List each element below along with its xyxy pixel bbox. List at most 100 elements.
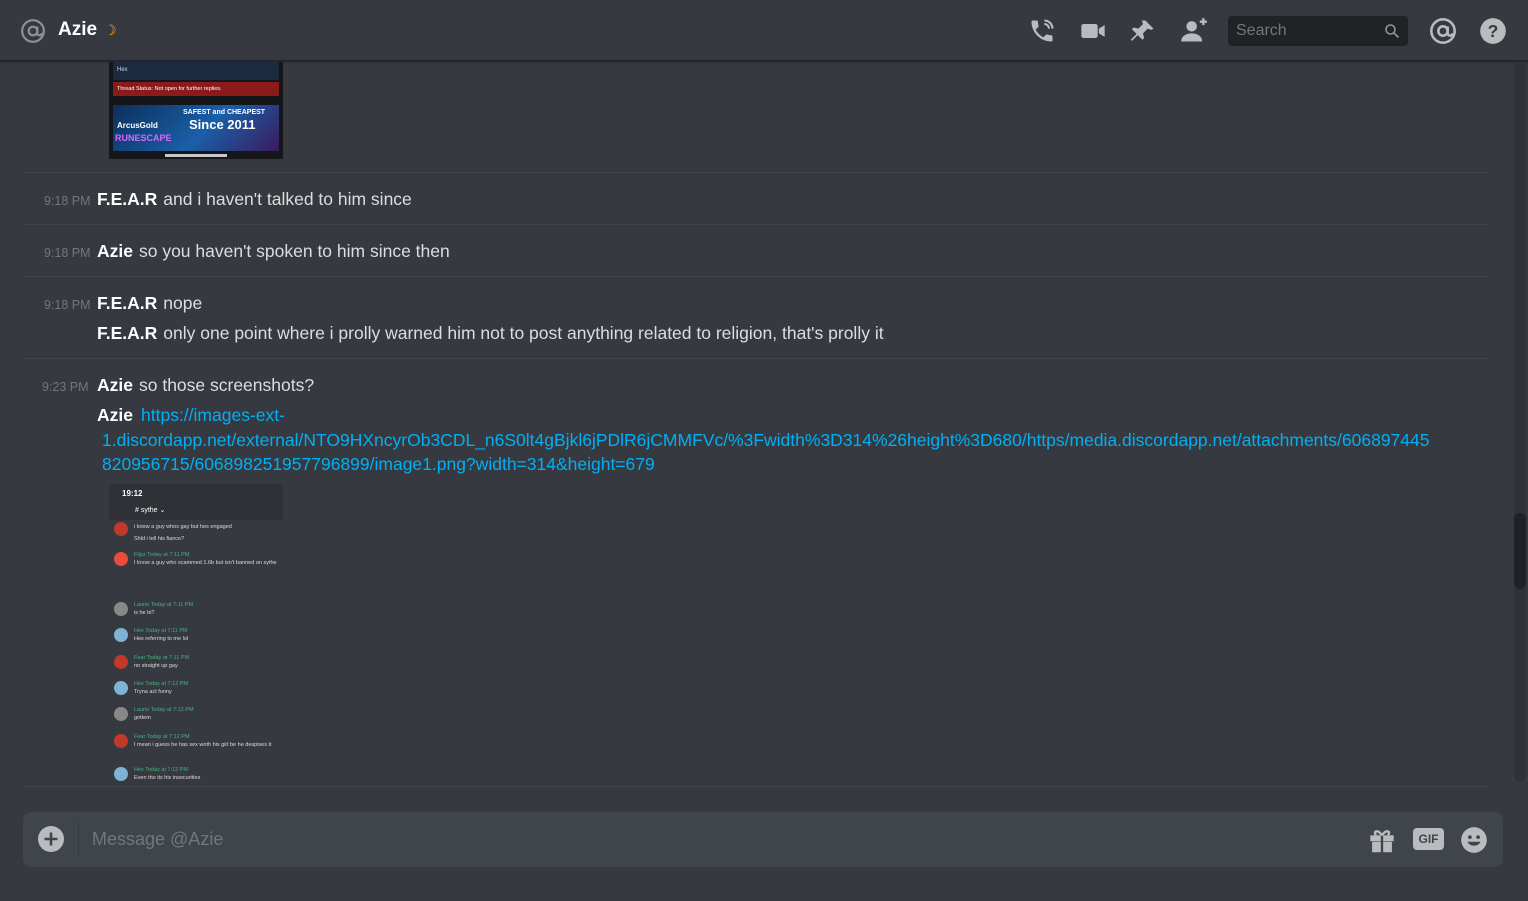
chat-name: Hex Today at 7:11 PM xyxy=(134,628,188,634)
avatar xyxy=(114,681,128,695)
message-divider xyxy=(24,172,1488,173)
avatar xyxy=(114,767,128,781)
message-author[interactable]: F.E.A.R xyxy=(97,189,157,209)
composer-divider xyxy=(24,786,1488,787)
chat-name: Hex Today at 7:12 PM xyxy=(134,681,189,687)
banner-line1: SAFEST and CHEAPEST xyxy=(183,109,266,116)
message-link-cont[interactable]: 1.discordapp.net/external/NTO9HXncyrOb3C… xyxy=(102,430,1430,451)
chat-row: i know a guy whos gay but hes engaged Sh… xyxy=(112,522,282,546)
chat-name: Laurie Today at 7:11 PM xyxy=(134,602,194,608)
message-timestamp: 9:18 PM xyxy=(44,194,91,208)
pin-icon[interactable] xyxy=(1129,17,1157,45)
message-text: only one point where i prolly warned him… xyxy=(163,323,884,343)
avatar xyxy=(114,707,128,721)
message-author[interactable]: Azie xyxy=(97,241,133,261)
search-icon xyxy=(1385,24,1400,39)
avatar xyxy=(114,628,128,642)
chat-text: Shld i tell his fiance? xyxy=(134,536,185,542)
chat-row: Laurie Today at 7:11 PM is he bi? xyxy=(112,602,282,626)
message: F.E.A.R and i haven't talked to him since xyxy=(97,189,412,210)
idle-status-icon: ☽ xyxy=(104,22,117,38)
mentions-icon[interactable] xyxy=(1429,17,1457,45)
composer-separator xyxy=(78,822,79,857)
emoji-icon[interactable] xyxy=(1460,826,1488,854)
message-timestamp: 9:18 PM xyxy=(44,246,91,260)
message-text: nope xyxy=(163,293,203,313)
message: Azie so you haven't spoken to him since t… xyxy=(97,241,450,262)
chat-name: Fear Today at 7:11 PM xyxy=(134,655,190,661)
chat-text: no straight up gay xyxy=(134,663,178,669)
video-call-icon[interactable] xyxy=(1079,17,1107,45)
chat-text: Tryna act funny xyxy=(134,689,172,695)
message: Azie so those screenshots? xyxy=(97,375,314,396)
thread-status-bar: Thread Status: Not open for further repl… xyxy=(113,82,279,96)
chat-name: Fear Today at 7:12 PM xyxy=(134,734,190,740)
add-friend-icon[interactable] xyxy=(1180,17,1208,45)
thread-user-label: Hex xyxy=(113,62,279,80)
chat-row: Laurie Today at 7:12 PM gottem xyxy=(112,707,282,731)
chat-row: Fear Today at 7:12 PM I mean i guess he … xyxy=(112,734,282,758)
message-list: Hex Thread Status: Not open for further … xyxy=(0,62,1512,786)
chat-row: Hex Today at 7:11 PM Hes referring to me… xyxy=(112,628,282,652)
message-timestamp: 9:18 PM xyxy=(44,298,91,312)
avatar xyxy=(114,734,128,748)
message-followup: F.E.A.R only one point where i prolly war… xyxy=(97,323,884,344)
chat-row: Hex Today at 7:12 PM Tryna act funny xyxy=(112,681,282,705)
phone-call-icon[interactable] xyxy=(1028,17,1056,45)
banner-line2: Since 2011 xyxy=(189,117,256,132)
phone-time: 19:12 xyxy=(122,489,143,498)
search-input[interactable]: Search xyxy=(1228,16,1408,46)
message-divider xyxy=(24,358,1488,359)
phone-topbar: 19:12 # sythe ⌄ xyxy=(109,484,283,520)
upload-plus-icon[interactable] xyxy=(38,826,64,852)
chat-row: Fear Today at 7:11 PM no straight up gay xyxy=(112,655,282,679)
chat-row: Flipz Today at 7:11 PM I know a guy who … xyxy=(112,552,282,576)
message-author[interactable]: F.E.A.R xyxy=(97,293,157,313)
chat-text: I know a guy who scammed 1.6b but isn't … xyxy=(134,560,277,566)
message-link-cont[interactable]: 820956715/606898251957796899/image1.png?… xyxy=(102,454,655,475)
message-author[interactable]: F.E.A.R xyxy=(97,323,157,343)
message-author[interactable]: Azie xyxy=(97,405,133,425)
chat-name: Hex Today at 7:12 PM xyxy=(134,767,189,773)
chat-name: Laurie Today at 7:12 PM xyxy=(134,707,194,713)
chat-text: I mean i guess he has sex woth his girl … xyxy=(134,742,272,748)
message-link[interactable]: https://images-ext- xyxy=(141,405,285,426)
scrollbar-track[interactable] xyxy=(1514,62,1526,782)
image-scroll-indicator xyxy=(165,154,227,157)
message-input[interactable]: Message @Azie xyxy=(92,829,223,850)
chat-name: Flipz Today at 7:11 PM xyxy=(134,552,190,558)
avatar xyxy=(114,552,128,566)
chat-text: Even tho its his insecurities xyxy=(134,775,201,781)
message-composer[interactable]: Message @Azie GIF xyxy=(23,812,1503,867)
phone-channel: # sythe ⌄ xyxy=(135,507,166,514)
message-text: and i haven't talked to him since xyxy=(163,189,412,209)
image-attachment-1[interactable]: Hex Thread Status: Not open for further … xyxy=(109,62,283,159)
at-icon xyxy=(21,19,45,43)
message: F.E.A.R nope xyxy=(97,293,202,314)
chat-text: gottem xyxy=(134,715,151,721)
gift-icon[interactable] xyxy=(1368,826,1396,854)
avatar xyxy=(114,655,128,669)
image-attachment-2[interactable]: 19:12 # sythe ⌄ i know a guy whos gay bu… xyxy=(109,484,283,786)
message-divider xyxy=(24,276,1488,277)
message-timestamp: 9:23 PM xyxy=(42,380,89,394)
avatar xyxy=(114,602,128,616)
channel-title: Azie xyxy=(58,19,98,40)
message-author[interactable]: Azie xyxy=(97,375,133,395)
message-text: so you haven't spoken to him since then xyxy=(138,241,450,261)
chat-text: i know a guy whos gay but hes engaged xyxy=(134,524,232,530)
ad-banner: SAFEST and CHEAPEST Since 2011 ArcusGold… xyxy=(113,105,279,151)
svg-text:?: ? xyxy=(1488,21,1499,41)
gif-label: GIF xyxy=(1418,832,1439,846)
chat-text: Hes referring to me lol xyxy=(134,636,189,642)
search-placeholder: Search xyxy=(1236,22,1287,39)
channel-header: Azie ☽ Search ? xyxy=(0,0,1528,61)
banner-brand: ArcusGold xyxy=(117,121,158,130)
chat-text: is he bi? xyxy=(134,610,155,616)
gif-button[interactable]: GIF xyxy=(1413,828,1444,850)
avatar xyxy=(114,522,128,536)
help-icon[interactable]: ? xyxy=(1479,17,1507,45)
scrollbar-thumb[interactable] xyxy=(1514,513,1526,589)
chat-row: Hex Today at 7:12 PM Even tho its his in… xyxy=(112,767,282,786)
message-divider xyxy=(24,224,1488,225)
